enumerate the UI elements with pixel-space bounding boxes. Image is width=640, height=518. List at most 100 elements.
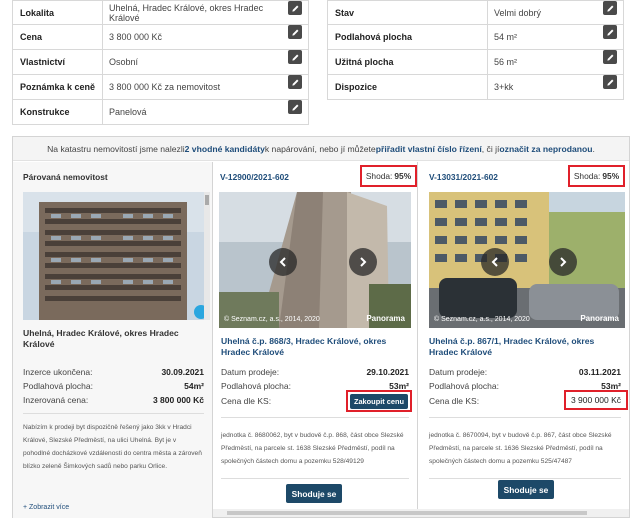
row-label: Datum prodeje: [429,367,488,377]
candidate-price: 3 900 000 Kč [566,395,626,405]
candidate-description: jednotka č. 8670094, byt v budově č.p. 8… [429,432,612,465]
property-table-right: Stav Velmi dobrý Podlahová plocha 54 m² … [327,0,624,100]
notice-text: . [592,143,595,154]
candidate-column: V-12900/2021-602 Shoda: 95% © Seznam.cz,… [213,162,418,518]
match-score-value: 95% [394,171,412,181]
pencil-icon[interactable] [288,1,302,15]
candidate-count: 2 vhodné kandidáty [184,143,265,154]
row-value: 54m² [184,381,204,391]
match-panel: Na katastru nemovitostí jsme nalezli 2 v… [12,136,630,518]
panorama-label: Panorama [580,314,619,323]
chevron-right-icon[interactable] [349,248,377,276]
chevron-left-icon[interactable] [481,248,509,276]
pencil-icon[interactable] [603,1,617,15]
chevron-left-icon[interactable] [269,248,297,276]
row-label: Inzerovaná cena: [23,395,89,405]
street-view-photo[interactable]: © Seznam.cz, a.s., 2014, 2020 Panorama [219,192,411,328]
candidate-row: Datum prodeje: 03.11.2021 [429,367,621,377]
paired-description: Nabízím k prodeji byt dispozičně řešený … [23,424,202,470]
prop-value: Velmi dobrý [494,7,542,18]
notice-text: , či jí [481,143,500,154]
candidate-id[interactable]: V-13031/2021-602 [429,172,498,182]
notice-text: k napárování, nebo jí můžete [264,143,376,154]
paired-row: Podlahová plocha: 54m² [23,381,204,391]
prop-row-vlastnictvi: Vlastnictví Osobní [12,50,309,75]
row-value: 30.09.2021 [161,367,204,377]
prop-value: 3+kk [494,82,514,92]
prop-label: Podlahová plocha [328,25,488,49]
prop-row-dispozice: Dispozice 3+kk [327,75,624,100]
prop-row-cena: Cena 3 800 000 Kč [12,25,309,50]
candidate-description: jednotka č. 8680062, byt v budově č.p. 8… [221,432,404,465]
prop-row-podlahova: Podlahová plocha 54 m² [327,25,624,50]
prop-label: Stav [328,1,488,24]
prop-value: 3 800 000 Kč za nemovitost [109,82,221,92]
match-score-label: Shoda: [573,171,601,181]
confirm-match-button[interactable]: Shoduje se [286,484,342,503]
candidates-notice: Na katastru nemovitostí jsme nalezli 2 v… [13,137,629,161]
match-score-badge: Shoda: 95% [568,165,625,187]
chevron-right-icon[interactable] [549,248,577,276]
photo-scrollbar[interactable] [204,192,210,320]
panorama-label: Panorama [366,314,405,323]
row-value: 3 900 000 Kč [570,395,622,405]
candidate-id[interactable]: V-12900/2021-602 [220,172,289,182]
prop-label: Lokalita [13,1,103,24]
row-value: 03.11.2021 [578,367,621,377]
horizontal-scrollbar[interactable] [213,509,629,517]
prop-value: 3 800 000 Kč [109,32,163,42]
paired-photo[interactable] [23,192,207,320]
buy-price-button[interactable]: Zakoupit cenu [350,394,408,409]
row-label: Podlahová plocha: [429,381,499,391]
divider [429,417,621,418]
prop-value: Osobní [109,57,139,67]
paired-property-column: Párovaná nemovitost Uhelná, Hradec Králo… [13,162,213,518]
prop-row-lokalita: Lokalita Uhelná, Hradec Králové, okres H… [12,0,309,25]
prop-label: Konstrukce [13,100,103,124]
pencil-icon[interactable] [603,75,617,89]
divider [429,478,621,479]
street-view-photo[interactable]: © Seznam.cz, a.s., 2014, 2020 Panorama [429,192,625,328]
prop-row-konstrukce: Konstrukce Panelová [12,100,309,125]
pencil-icon[interactable] [288,75,302,89]
confirm-match-button[interactable]: Shoduje se [498,480,554,499]
paired-title: Uhelná, Hradec Králové, okres Hradec Krá… [23,328,179,349]
assign-number-link[interactable]: přiřadit vlastní číslo řízení [376,144,482,154]
row-label: Podlahová plocha: [221,381,291,391]
prop-label: Cena [13,25,103,49]
pencil-icon[interactable] [288,100,302,114]
divider [221,478,409,479]
pencil-icon[interactable] [288,25,302,39]
prop-row-poznamka: Poznámka k ceně 3 800 000 Kč za nemovito… [12,75,309,100]
row-label: Podlahová plocha: [23,381,93,391]
candidate-title[interactable]: Uhelná č.p. 868/3, Hradec Králové, okres… [221,336,411,358]
prop-label: Poznámka k ceně [13,75,103,99]
candidate-column: V-13031/2021-602 Shoda: 95% © Seznam.cz,… [418,162,630,518]
paired-row: Inzerovaná cena: 3 800 000 Kč [23,395,204,405]
prop-value: Uhelná, Hradec Králové, okres Hradec Krá… [109,2,264,23]
match-score-value: 95% [602,171,620,181]
prop-label: Vlastnictví [13,50,103,74]
candidate-row: Datum prodeje: 29.10.2021 [221,367,409,377]
pencil-icon[interactable] [603,25,617,39]
divider [221,417,409,418]
row-value: 29.10.2021 [366,367,409,377]
property-table-left: Lokalita Uhelná, Hradec Králové, okres H… [12,0,309,125]
row-label: Datum prodeje: [221,367,280,377]
match-score-label: Shoda: [365,171,393,181]
candidate-title[interactable]: Uhelná č.p. 867/1, Hradec Králové, okres… [429,336,619,358]
pencil-icon[interactable] [603,50,617,64]
prop-value: 56 m² [494,57,518,67]
photo-copyright: © Seznam.cz, a.s., 2014, 2020 [224,316,320,323]
prop-row-uzitna: Užitná plocha 56 m² [327,50,624,75]
row-label: Cena dle KS: [221,396,272,406]
pencil-icon[interactable] [288,50,302,64]
prop-row-stav: Stav Velmi dobrý [327,0,624,25]
notice-text: Na katastru nemovitostí jsme nalezli [47,143,185,154]
prop-value: 54 m² [494,32,518,42]
show-more-link[interactable]: + Zobrazit více [23,504,69,511]
row-value: 3 800 000 Kč [152,395,204,405]
mark-unsold-link[interactable]: označit za neprodanou [499,144,592,154]
match-score-badge: Shoda: 95% [360,165,417,187]
prop-label: Dispozice [328,75,488,99]
